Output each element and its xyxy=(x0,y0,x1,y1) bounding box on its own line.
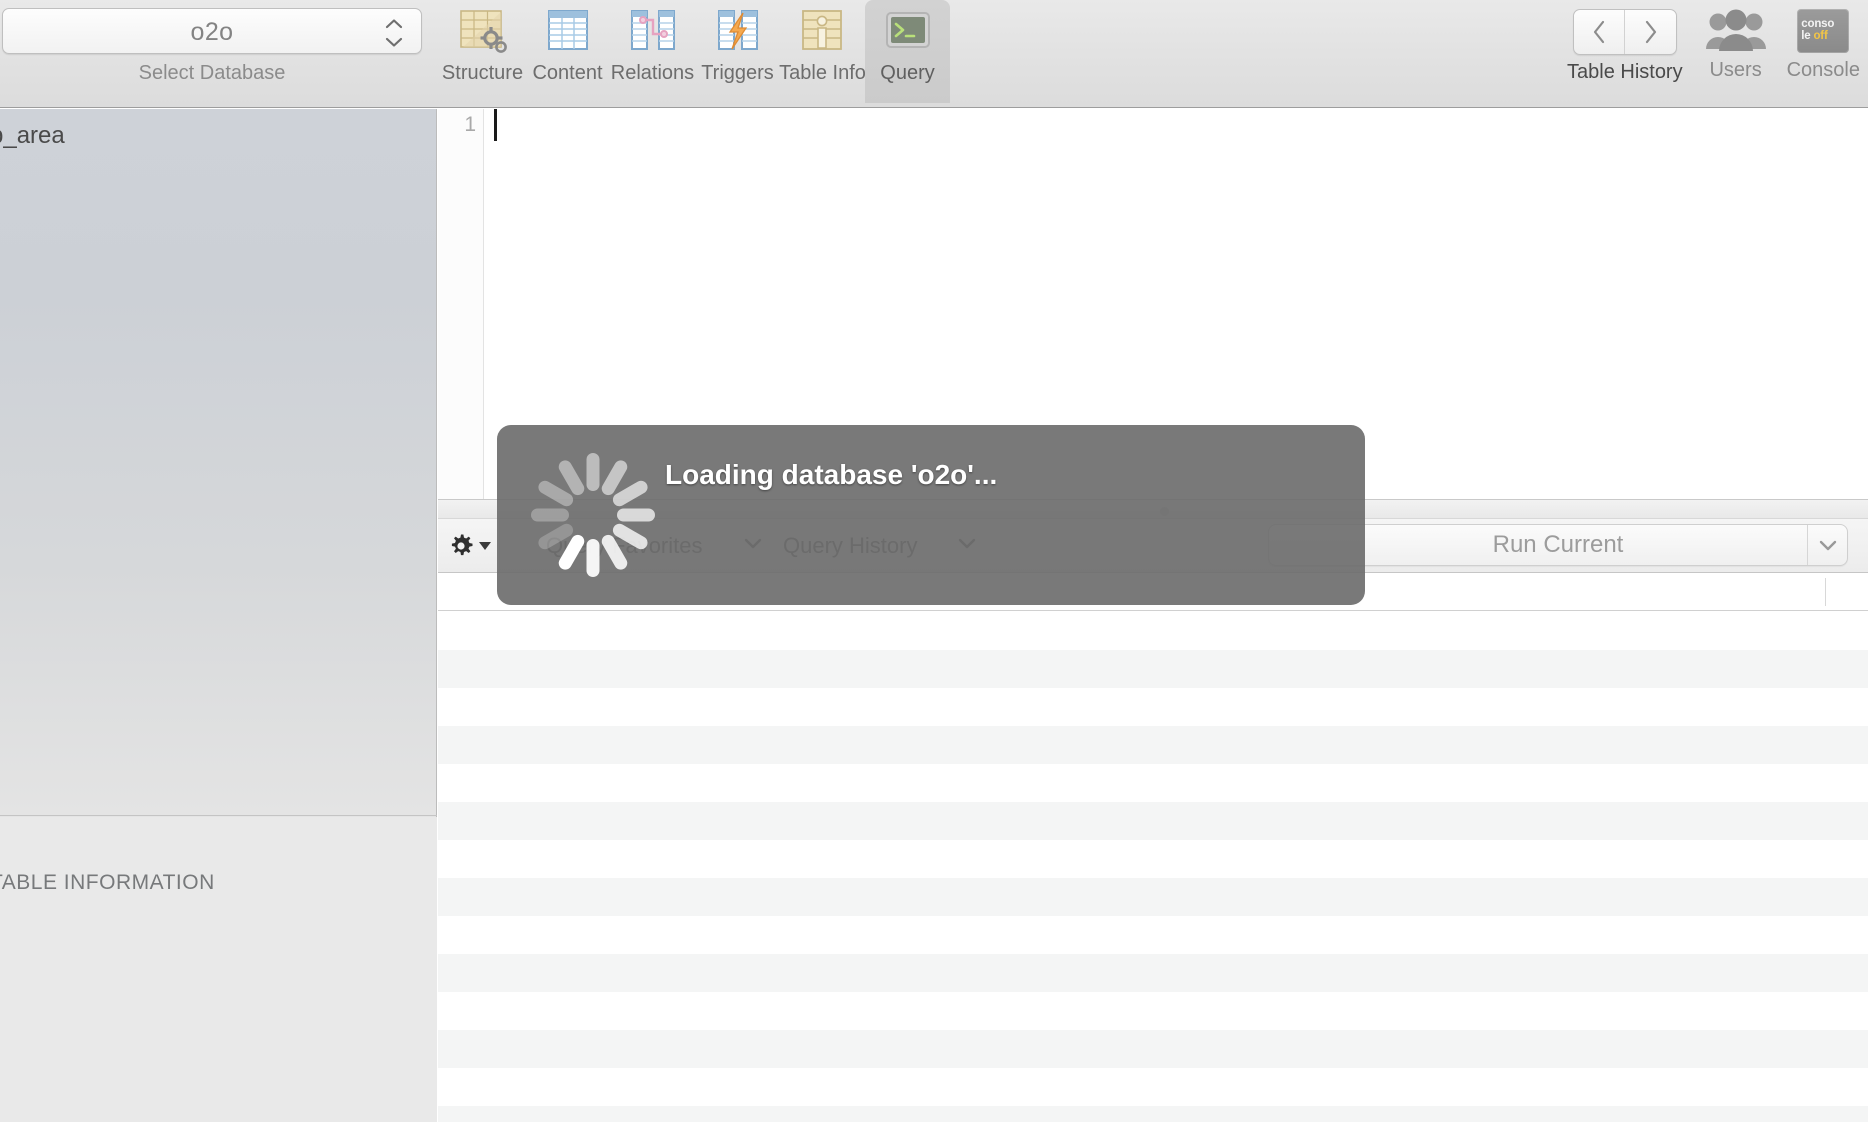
query-results-table[interactable] xyxy=(438,574,1868,1122)
toolbar-right-cluster: Table History Users conso le off Console xyxy=(1567,0,1864,108)
table-row[interactable] xyxy=(438,726,1868,764)
table-row[interactable] xyxy=(438,1068,1868,1106)
table-row[interactable] xyxy=(438,688,1868,726)
history-back-button[interactable] xyxy=(1574,10,1625,54)
gear-dropdown-caret[interactable] xyxy=(479,541,491,550)
database-selector[interactable]: o2o xyxy=(2,8,422,54)
structure-icon xyxy=(457,7,509,57)
table-row[interactable] xyxy=(438,802,1868,840)
table-history-control[interactable]: Table History xyxy=(1567,0,1683,84)
table-info-icon xyxy=(797,7,849,57)
sidebar-divider xyxy=(0,815,437,816)
run-current-label: Run Current xyxy=(1492,531,1624,558)
query-terminal-icon xyxy=(882,7,934,57)
table-row[interactable] xyxy=(438,954,1868,992)
tab-table-info[interactable]: Table Info xyxy=(779,0,866,103)
table-row[interactable] xyxy=(438,840,1868,878)
table-row[interactable] xyxy=(438,650,1868,688)
users-icon xyxy=(1705,9,1767,53)
updown-stepper-icon[interactable] xyxy=(383,18,405,48)
results-row-list[interactable] xyxy=(438,612,1868,1122)
tab-query-label: Query xyxy=(880,62,935,84)
spinner-icon xyxy=(525,447,661,583)
table-information-panel: TABLE INFORMATION xyxy=(0,817,437,1122)
tab-triggers-label: Triggers xyxy=(701,62,774,84)
sidebar-table-item[interactable]: b_area xyxy=(0,122,65,150)
text-caret xyxy=(494,109,497,141)
table-row[interactable] xyxy=(438,612,1868,650)
users-button[interactable]: Users xyxy=(1705,0,1767,82)
loading-message: Loading database 'o2o'... xyxy=(665,459,998,490)
gear-icon xyxy=(451,534,473,555)
table-information-header: TABLE INFORMATION xyxy=(0,871,215,894)
main-toolbar: o2o Select Database Structure Content Re… xyxy=(0,0,1868,108)
console-badge-line1: conso xyxy=(1801,18,1835,31)
tab-structure-label: Structure xyxy=(441,62,524,84)
spinner-blade xyxy=(586,539,600,577)
table-row[interactable] xyxy=(438,764,1868,802)
back-forward-segmented-icon[interactable] xyxy=(1572,9,1677,55)
tab-triggers[interactable]: Triggers xyxy=(695,0,780,103)
table-row[interactable] xyxy=(438,1106,1868,1122)
tab-structure[interactable]: Structure xyxy=(440,0,525,103)
tab-query[interactable]: Query xyxy=(865,0,950,103)
content-icon xyxy=(542,7,594,57)
users-label: Users xyxy=(1709,59,1762,81)
toolbar-tab-group: Structure Content Relations Triggers Tab… xyxy=(440,0,950,108)
tab-content-label: Content xyxy=(532,62,603,84)
console-button[interactable]: conso le off Console xyxy=(1787,0,1860,82)
column-divider[interactable] xyxy=(1825,578,1826,606)
table-row[interactable] xyxy=(438,878,1868,916)
line-number: 1 xyxy=(464,113,476,136)
table-row[interactable] xyxy=(438,1030,1868,1068)
query-settings-button[interactable] xyxy=(440,519,500,572)
console-off-icon: conso le off xyxy=(1797,9,1850,53)
triggers-icon xyxy=(712,7,764,57)
spinner-blade xyxy=(617,508,655,522)
console-badge-line2a: le xyxy=(1801,30,1814,42)
spinner-blade xyxy=(531,508,569,522)
tab-content[interactable]: Content xyxy=(525,0,610,103)
database-selector-value: o2o xyxy=(190,18,234,46)
select-database-caption: Select Database xyxy=(138,62,286,84)
editor-line-number-gutter: 1 xyxy=(438,109,484,499)
console-badge-off: off xyxy=(1813,30,1828,42)
relations-icon xyxy=(627,7,679,57)
spinner-blade xyxy=(586,453,600,491)
loading-overlay: Loading database 'o2o'... xyxy=(497,425,1365,605)
sequel-pro-window: o2o Select Database Structure Content Re… xyxy=(0,0,1868,1122)
run-mode-chevron-down-icon[interactable] xyxy=(1807,525,1847,565)
history-forward-button[interactable] xyxy=(1624,10,1676,54)
tab-table-info-label: Table Info xyxy=(779,62,866,84)
tab-relations[interactable]: Relations xyxy=(610,0,695,103)
table-row[interactable] xyxy=(438,992,1868,1030)
tab-relations-label: Relations xyxy=(610,62,695,84)
table-history-label: Table History xyxy=(1567,61,1683,83)
table-row[interactable] xyxy=(438,916,1868,954)
left-sidebar: b_area TABLE INFORMATION xyxy=(0,109,437,1122)
console-label: Console xyxy=(1786,59,1860,81)
